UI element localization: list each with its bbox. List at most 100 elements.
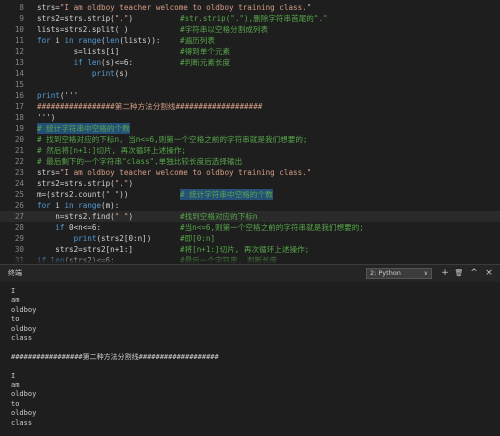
editor-line[interactable]: 27 n=strs2.find(" ") #找到空格对应的下标n xyxy=(0,211,500,222)
line-number: 25 xyxy=(14,190,24,199)
code-text: s=lists[i] xyxy=(37,47,120,56)
editor-line[interactable]: 16 print(''' xyxy=(0,90,500,101)
trash-icon[interactable]: 🗑 xyxy=(454,268,464,279)
editor-fade xyxy=(0,256,500,264)
close-panel-icon[interactable]: × xyxy=(484,268,494,279)
terminal-line: class xyxy=(11,418,33,427)
line-number: 30 xyxy=(14,245,24,254)
editor-line[interactable]: 30 strs2=strs2[n+1:] #将[n+1:]切片, 再次循环上述操作… xyxy=(0,244,500,255)
line-number: 28 xyxy=(14,223,24,232)
code-text: #################第二种方法分割线###############… xyxy=(37,102,263,111)
terminal-line: I xyxy=(11,287,16,295)
terminal-line: #################第二种方法分割线###############… xyxy=(11,352,219,361)
code-text: strs="I am oldboy teacher welcome to old… xyxy=(37,168,312,177)
code-text: if 0<n<=6: xyxy=(55,223,102,232)
editor-line[interactable]: 14 print(s) xyxy=(0,68,500,79)
code-text: m=(strs2.count(" ")) xyxy=(37,190,129,199)
line-number: 11 xyxy=(14,36,24,45)
line-number: 8 xyxy=(19,3,24,12)
code-text: if len(s)<=6: xyxy=(73,58,134,67)
terminal-line: I xyxy=(11,371,16,380)
editor-line[interactable]: 21 # 然后将[n+1:]切片, 再次循环上述操作; xyxy=(0,145,500,156)
inline-comment: #即[0:n] xyxy=(180,234,216,243)
terminal-line: oldboy xyxy=(11,409,37,418)
code-text: # 统计字符串中空格的个数 xyxy=(37,123,130,134)
line-number: 9 xyxy=(19,14,24,23)
code-text: lists=strs2.split( ) xyxy=(37,25,129,34)
editor-line[interactable]: 9 strs2=strs.strip(".") #str.strip("."),删除… xyxy=(0,13,500,24)
editor-line[interactable]: 29 print(strs2[0:n]) #即[0:n] xyxy=(0,233,500,244)
editor-line[interactable]: 23 strs="I am oldboy teacher welcome to o… xyxy=(0,167,500,178)
line-number: 27 xyxy=(14,212,24,221)
add-terminal-icon[interactable]: + xyxy=(440,268,450,279)
inline-comment: #str.strip("."),删除字符串首尾的"." xyxy=(180,14,328,23)
inline-comment: # 统计字符串中空格的个数 xyxy=(180,189,273,200)
terminal-selector-label: 2: Python xyxy=(370,269,401,277)
code-text: strs2=strs2[n+1:] xyxy=(37,245,134,254)
code-text: n=strs2.find(" ") xyxy=(37,212,134,221)
editor-line[interactable]: 18 ''') xyxy=(0,112,500,123)
editor-line[interactable]: 8 strs="I am oldboy teacher welcome to ol… xyxy=(0,2,500,13)
line-number: 22 xyxy=(14,157,24,166)
editor-line[interactable]: 12 s=lists[i] #得到单个元素 xyxy=(0,46,500,57)
line-number: 23 xyxy=(14,168,24,177)
line-number: 19 xyxy=(14,124,24,133)
line-number: 14 xyxy=(14,69,24,78)
terminal-panel-header: 终端 2: Python ∨ + 🗑 ^ × xyxy=(0,264,500,282)
inline-comment: #字符串以空格分割成列表 xyxy=(180,25,269,34)
line-number: 16 xyxy=(14,91,24,100)
code-text: ''') xyxy=(37,113,56,122)
line-number: 13 xyxy=(14,58,24,67)
maximize-panel-icon[interactable]: ^ xyxy=(469,268,479,279)
code-text: # 最后剩下的一个字符串"class",单独比较长度后选择输出 xyxy=(37,157,243,166)
terminal-line: am xyxy=(11,381,20,389)
terminal-selector[interactable]: 2: Python ∨ xyxy=(366,268,432,279)
chevron-down-icon: ∨ xyxy=(423,270,428,277)
terminal-line: oldboy xyxy=(11,390,37,399)
inline-comment: #得到单个元素 xyxy=(180,47,231,56)
terminal-output[interactable]: Iam oldboy to oldboy class #################第… xyxy=(0,282,500,436)
line-number: 21 xyxy=(14,146,24,155)
editor-line[interactable]: 13 if len(s)<=6: #判断元素长度 xyxy=(0,57,500,68)
terminal-line: oldboy xyxy=(11,324,37,333)
code-text: # 找到空格对应的下标n, 当n<=6,则第一个空格之前的字符串就是我们想要的; xyxy=(37,135,308,144)
editor-line[interactable]: 19 # 统计字符串中空格的个数 xyxy=(0,123,500,134)
line-number: 24 xyxy=(14,179,24,188)
line-number: 20 xyxy=(14,135,24,144)
editor-line[interactable]: 20 # 找到空格对应的下标n, 当n<=6,则第一个空格之前的字符串就是我们想要… xyxy=(0,134,500,145)
editor-line[interactable]: 11 for i in range(len(lists)): #遍历列表 xyxy=(0,35,500,46)
line-number: 12 xyxy=(14,47,24,56)
line-number: 18 xyxy=(14,113,24,122)
terminal-line: class xyxy=(11,334,33,342)
vscode-window: 8 strs="I am oldboy teacher welcome to ol… xyxy=(0,0,500,436)
terminal-line: oldboy xyxy=(11,305,37,314)
inline-comment: #找到空格对应的下标n xyxy=(180,212,258,221)
code-text: strs="I am oldboy teacher welcome to old… xyxy=(37,3,312,12)
line-number: 10 xyxy=(14,25,24,34)
editor-line[interactable]: 26 for i in range(m): xyxy=(0,200,500,211)
editor-line[interactable]: 24 strs2=strs.strip(".") xyxy=(0,178,500,189)
code-text: print(''' xyxy=(37,91,79,100)
terminal-line: am xyxy=(11,296,20,305)
line-number: 15 xyxy=(14,80,24,89)
editor-line[interactable]: 15 xyxy=(0,79,500,90)
code-text: for i in range(m): xyxy=(37,201,120,210)
terminal-line: to xyxy=(11,315,20,324)
editor-line[interactable]: 25 m=(strs2.count(" ")) # 统计字符串中空格的个数 xyxy=(0,189,500,200)
terminal-line: to xyxy=(11,399,20,408)
code-text: print(strs2[0:n]) xyxy=(73,234,152,243)
inline-comment: #判断元素长度 xyxy=(180,58,231,67)
line-number: 29 xyxy=(14,234,24,243)
code-text: strs2=strs.strip(".") xyxy=(37,179,134,188)
editor-line[interactable]: 10 lists=strs2.split( ) #字符串以空格分割成列表 xyxy=(0,24,500,35)
inline-comment: #当n<=6,则第一个空格之前的字符串就是我们想要的; xyxy=(180,223,364,232)
code-text: strs2=strs.strip(".") xyxy=(37,14,134,23)
line-number: 26 xyxy=(14,201,24,210)
line-number: 17 xyxy=(14,102,24,111)
editor-line[interactable]: 17 #################第二种方法分割线#############… xyxy=(0,101,500,112)
editor-line[interactable]: 22 # 最后剩下的一个字符串"class",单独比较长度后选择输出 xyxy=(0,156,500,167)
code-editor[interactable]: 8 strs="I am oldboy teacher welcome to ol… xyxy=(0,0,500,264)
code-text: for i in range(len(lists)): xyxy=(37,36,161,45)
panel-tab-terminal[interactable]: 终端 xyxy=(8,268,22,278)
editor-line[interactable]: 28 if 0<n<=6: #当n<=6,则第一个空格之前的字符串就是我们想要的; xyxy=(0,222,500,233)
